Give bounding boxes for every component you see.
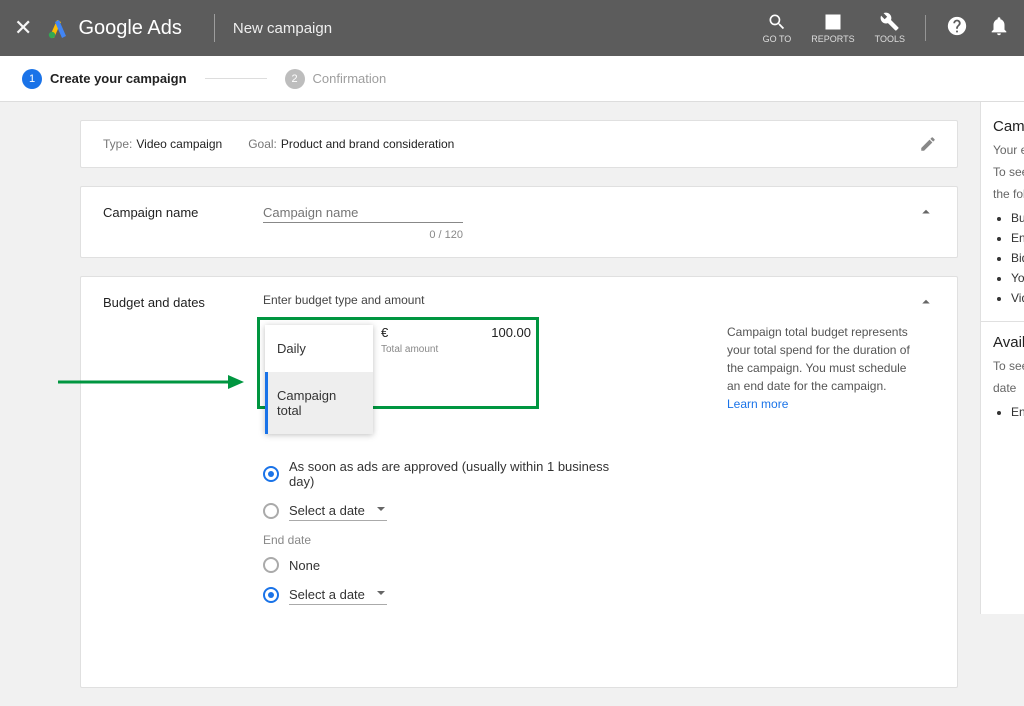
type-value: Video campaign [136,137,222,151]
end-date-select[interactable]: Select a date [289,585,387,605]
goal-value: Product and brand consideration [281,137,454,151]
pencil-icon [919,135,937,153]
sidebar-sub-1c: the foll [993,187,1024,201]
tools-button[interactable]: TOOLS [875,12,905,44]
help-icon [946,15,968,37]
sidebar-item: End [1011,405,1024,419]
radio-icon [263,503,279,519]
search-icon [767,12,787,32]
sidebar-heading-1: Cam [993,118,1024,135]
end-none-label: None [289,558,320,573]
end-date-label: End date [263,533,633,547]
step2-label: Confirmation [313,71,387,86]
currency-symbol: € [381,325,388,340]
sidebar-item: Bud [1011,211,1024,225]
stepper: 1 Create your campaign 2 Confirmation [0,56,1024,102]
sidebar-sub-2b: date [993,381,1024,395]
step1-number: 1 [22,69,42,89]
sidebar-sub-1a: Your e [993,143,1024,157]
reports-button[interactable]: REPORTS [811,12,854,44]
start-asap-label: As soon as ads are approved (usually wit… [289,459,633,489]
radio-icon [263,557,279,573]
notifications-button[interactable] [988,15,1010,42]
google-ads-icon [46,16,70,40]
sidebar-item: End [1011,231,1024,245]
step1-label: Create your campaign [50,71,187,86]
divider [925,15,926,41]
budget-type-campaign-total[interactable]: Campaign total [265,372,373,434]
radio-icon [263,466,279,482]
logo[interactable]: Google Ads [46,16,181,40]
goto-button[interactable]: GO TO [763,12,792,44]
sidebar-sub-2a: To see [993,359,1024,373]
sidebar-item: You [1011,271,1024,285]
name-counter: 0 / 120 [263,229,463,241]
tools-icon [880,12,900,32]
radio-icon [263,587,279,603]
chevron-up-icon [917,203,935,221]
reports-label: REPORTS [811,34,854,44]
amount-sublabel: Total amount [381,344,633,355]
tools-label: TOOLS [875,34,905,44]
goal-label: Goal: [248,137,277,151]
estimates-sidebar: Cam Your e To see the foll Bud End Bid Y… [980,102,1024,614]
start-asap-option[interactable]: As soon as ads are approved (usually wit… [263,459,633,489]
divider [214,14,215,42]
name-section-label: Campaign name [103,203,263,220]
learn-more-link[interactable]: Learn more [727,397,788,411]
help-button[interactable] [946,15,968,42]
step-create-campaign[interactable]: 1 Create your campaign [22,69,187,89]
step-confirmation[interactable]: 2 Confirmation [285,69,387,89]
topbar: ✕ Google Ads New campaign GO TO REPORTS … [0,0,1024,56]
edit-button[interactable] [919,135,937,158]
collapse-button[interactable] [917,203,935,226]
budget-dates-card: Budget and dates Enter budget type and a… [80,276,958,688]
step2-number: 2 [285,69,305,89]
budget-section-label: Budget and dates [103,293,263,310]
campaign-name-card: Campaign name 0 / 120 [80,186,958,258]
goto-label: GO TO [763,34,792,44]
sidebar-heading-2: Availa [993,334,1024,351]
budget-type-dropdown[interactable]: Daily Campaign total [265,325,373,434]
sidebar-sub-1b: To see [993,165,1024,179]
budget-info-text: Campaign total budget represents your to… [727,325,910,393]
start-select-date-option[interactable]: Select a date [263,501,633,521]
budget-amount[interactable]: 100.00 [491,325,531,340]
close-icon[interactable]: ✕ [14,15,32,41]
budget-type-daily[interactable]: Daily [265,325,373,372]
step-connector [205,78,267,79]
start-date-select[interactable]: Select a date [289,501,387,521]
brand-name: Google Ads [78,17,181,40]
type-label: Type: [103,137,132,151]
bell-icon [988,15,1010,37]
reports-icon [823,12,843,32]
chevron-up-icon [917,293,935,311]
budget-prompt: Enter budget type and amount [263,293,917,307]
sidebar-item: Bid [1011,251,1024,265]
end-none-option[interactable]: None [263,557,633,573]
campaign-meta-card: Type: Video campaign Goal: Product and b… [80,120,958,168]
page-title: New campaign [233,20,332,37]
campaign-name-input[interactable] [263,203,463,223]
collapse-button[interactable] [917,293,935,316]
sidebar-item: Vide [1011,291,1024,305]
end-select-date-option[interactable]: Select a date [263,585,633,605]
